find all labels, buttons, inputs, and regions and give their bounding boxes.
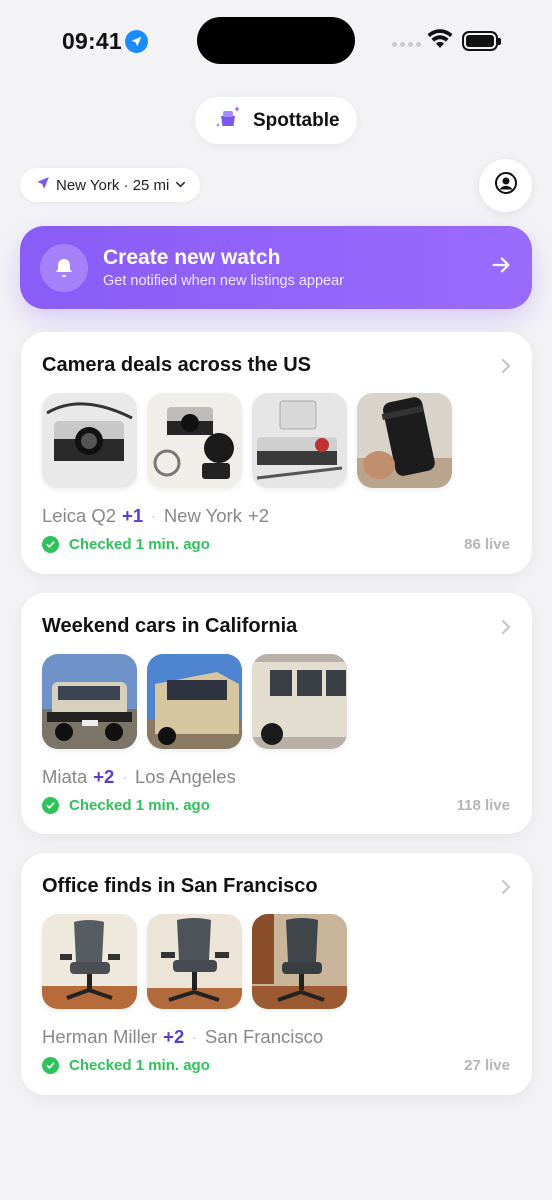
watch-title: Office finds in San Francisco	[42, 875, 318, 897]
watch-title: Camera deals across the US	[42, 354, 312, 376]
chair-icon	[252, 914, 347, 1009]
watch-item: Miata	[42, 766, 88, 787]
watch-item: Leica Q2	[42, 505, 117, 526]
live-count: 118 live	[456, 797, 510, 814]
lens-icon	[357, 393, 452, 488]
separator-dot: ·	[122, 769, 128, 785]
battery-icon	[462, 31, 501, 51]
checkmark-circle-icon	[42, 536, 59, 553]
listing-thumbnail[interactable]	[357, 393, 452, 488]
chevron-down-icon	[175, 177, 186, 194]
watch-item-count: +2	[163, 1026, 185, 1047]
car-icon	[147, 654, 242, 749]
cta-title: Create new watch	[103, 246, 281, 269]
chair-icon	[42, 914, 137, 1009]
user-icon	[494, 171, 518, 200]
location-services-icon	[125, 30, 148, 53]
car-icon	[42, 654, 137, 749]
brand-name: Spottable	[253, 109, 340, 131]
cta-subtitle: Get notified when new listings appear	[103, 273, 345, 289]
chevron-right-icon	[500, 619, 512, 640]
listing-thumbnail[interactable]	[42, 654, 137, 749]
separator-dot: ·	[151, 508, 156, 524]
chevron-right-icon	[500, 879, 512, 900]
status-time: 09:41	[62, 28, 122, 54]
wifi-icon	[427, 29, 453, 54]
listing-thumbnail[interactable]	[147, 654, 242, 749]
location-label: New York · 25 mi	[56, 176, 170, 194]
chevron-right-icon	[500, 358, 512, 379]
checked-label: Checked 1 min. ago	[69, 797, 210, 814]
navigation-arrow-icon	[36, 176, 50, 194]
watch-item-count: +2	[93, 766, 115, 787]
live-count: 27 live	[464, 1057, 510, 1074]
listing-thumbnail[interactable]	[252, 914, 347, 1009]
watch-meta: Leica Q2 +1 · New York +2	[42, 505, 269, 527]
chair-icon	[147, 914, 242, 1009]
listing-thumbnail[interactable]	[147, 914, 242, 1009]
watch-meta: Herman Miller +2 · San Francisco	[42, 1026, 323, 1048]
watch-card[interactable]: Office finds in San Francisco Herman Mil…	[21, 853, 532, 1095]
live-count: 86 live	[464, 536, 510, 553]
checkmark-circle-icon	[42, 797, 59, 814]
watch-place-count: +2	[247, 505, 270, 526]
checked-label: Checked 1 min. ago	[69, 1057, 210, 1074]
watch-meta: Miata +2 · Los Angeles	[42, 766, 236, 788]
camera-icon	[252, 393, 347, 488]
listing-thumbnail[interactable]	[252, 393, 347, 488]
dynamic-island	[197, 17, 355, 64]
watch-place: San Francisco	[204, 1026, 324, 1047]
listing-thumbnail[interactable]	[42, 914, 137, 1009]
listing-thumbnail[interactable]	[147, 393, 242, 488]
listing-thumbnail[interactable]	[42, 393, 137, 488]
spottable-logo-icon	[213, 103, 243, 138]
watch-place: New York	[163, 505, 242, 526]
checkmark-circle-icon	[42, 1057, 59, 1074]
checked-status: Checked 1 min. ago	[42, 536, 210, 553]
brand-pill[interactable]: Spottable	[195, 97, 357, 144]
watch-card[interactable]: Camera deals across the US Leica Q2 +1 ·…	[21, 332, 532, 574]
watch-card[interactable]: Weekend cars in California Miata +2 · Lo…	[21, 593, 532, 834]
watch-title: Weekend cars in California	[42, 615, 298, 637]
checked-label: Checked 1 min. ago	[69, 536, 210, 553]
camera-icon	[42, 393, 137, 488]
location-selector[interactable]: New York · 25 mi	[20, 168, 201, 202]
profile-button[interactable]	[479, 159, 532, 212]
watch-place: Los Angeles	[135, 766, 236, 787]
checked-status: Checked 1 min. ago	[42, 797, 210, 814]
checked-status: Checked 1 min. ago	[42, 1057, 210, 1074]
camera-icon	[147, 393, 242, 488]
watch-item: Herman Miller	[42, 1026, 158, 1047]
create-watch-button[interactable]: Create new watch Get notified when new l…	[20, 226, 532, 309]
cellular-signal-icon	[392, 42, 421, 47]
bell-add-icon	[40, 243, 88, 292]
separator-dot: ·	[192, 1029, 197, 1045]
arrow-right-icon	[490, 254, 512, 281]
status-bar: 09:41	[0, 0, 552, 84]
listing-thumbnail[interactable]	[252, 654, 347, 749]
car-icon	[252, 654, 347, 749]
watch-item-count: +1	[122, 505, 144, 526]
